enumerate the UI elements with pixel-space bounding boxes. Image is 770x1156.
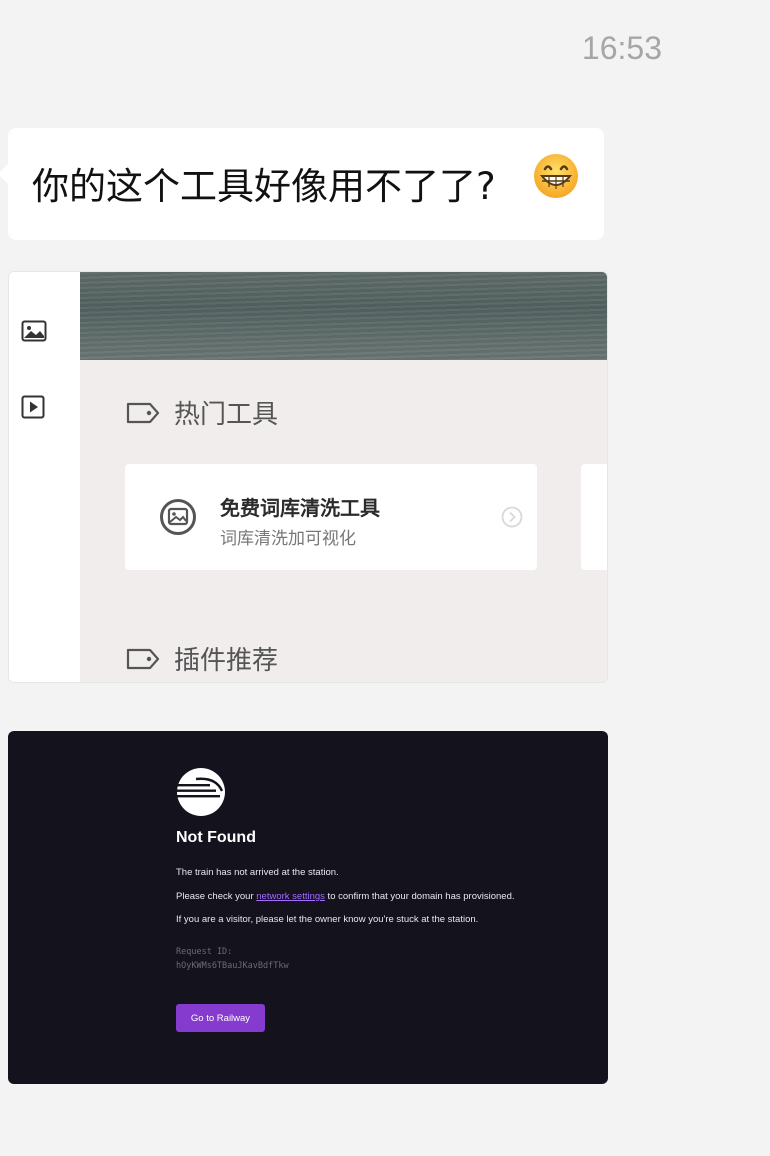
message-bubble[interactable]: 你的这个工具好像用不了了? xyxy=(0,128,604,240)
error-line-2-prefix: Please check your xyxy=(176,891,257,902)
error-line-3: If you are a visitor, please let the own… xyxy=(176,914,479,925)
tools-screenshot[interactable]: 热门工具 免费词库清洗工具 词库清洗加可视化 插件推荐 xyxy=(8,271,608,683)
railway-logo-icon xyxy=(176,768,225,816)
request-id-label: Request ID: xyxy=(176,947,233,957)
image-icon xyxy=(160,499,196,535)
tool-card[interactable]: 免费词库清洗工具 词库清洗加可视化 xyxy=(125,464,537,570)
tools-main: 热门工具 免费词库清洗工具 词库清洗加可视化 插件推荐 xyxy=(80,272,607,682)
tag-icon xyxy=(126,648,160,669)
message-text: 你的这个工具好像用不了了? xyxy=(32,165,496,208)
go-to-railway-button[interactable]: Go to Railway xyxy=(176,1004,265,1032)
play-icon[interactable] xyxy=(21,395,45,419)
banner-image xyxy=(80,272,607,360)
message-timestamp: 16:53 xyxy=(581,30,662,66)
request-id-value: hOyKWMs6TBauJKavBdfTkw xyxy=(176,961,289,971)
tool-card-partial[interactable] xyxy=(581,464,607,570)
tool-card-subtitle: 词库清洗加可视化 xyxy=(220,529,356,549)
plugin-section-title: 插件推荐 xyxy=(174,646,279,676)
tools-sidebar xyxy=(9,272,80,682)
error-line-1: The train has not arrived at the station… xyxy=(176,867,339,878)
grinning-face-icon xyxy=(534,154,578,198)
chevron-right-icon[interactable] xyxy=(501,506,523,528)
error-line-2: Please check your network settings to co… xyxy=(176,891,515,902)
hot-tools-section: 热门工具 xyxy=(126,394,278,431)
network-settings-link[interactable]: network settings xyxy=(256,891,325,902)
error-screenshot[interactable]: Not Found The train has not arrived at t… xyxy=(8,731,608,1084)
plugin-section: 插件推荐 xyxy=(126,640,278,677)
image-icon[interactable] xyxy=(21,320,47,342)
error-line-2-suffix: to confirm that your domain has provisio… xyxy=(324,891,515,902)
tool-card-title: 免费词库清洗工具 xyxy=(220,496,380,520)
tag-icon xyxy=(126,402,160,423)
error-title: Not Found xyxy=(176,829,256,846)
hot-tools-title: 热门工具 xyxy=(174,400,279,430)
